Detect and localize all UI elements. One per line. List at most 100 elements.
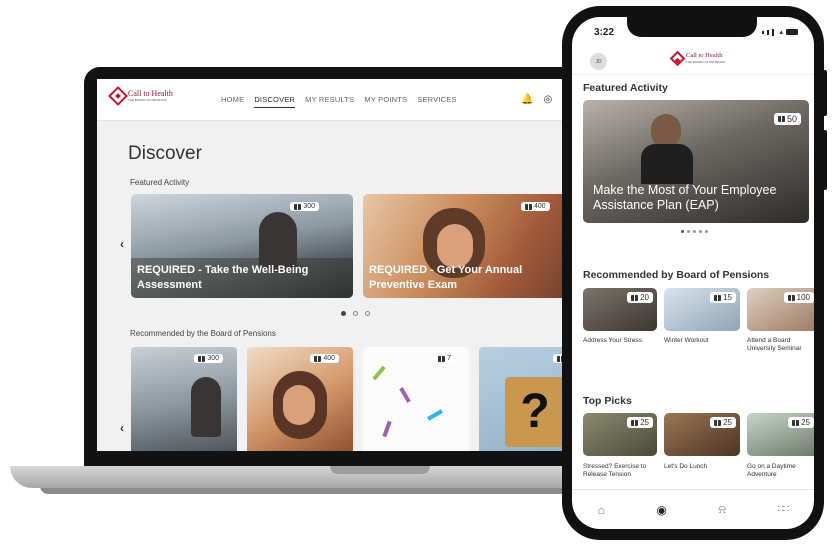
carousel-dot[interactable] xyxy=(687,230,690,233)
top-nav: Call to Health THE BOARD OF PENSIONS HOM… xyxy=(97,79,580,121)
phone-notch xyxy=(627,17,757,37)
card-photo-person xyxy=(191,377,221,437)
laptop-screen: Call to Health THE BOARD OF PENSIONS HOM… xyxy=(97,79,580,451)
nav-my-points[interactable]: MY POINTS xyxy=(364,95,407,108)
recommended-card[interactable]: 300 xyxy=(131,347,237,451)
points-badge: 50 xyxy=(773,113,801,125)
points-badge: 100 xyxy=(783,292,814,303)
gift-icon xyxy=(792,419,800,426)
laptop-base xyxy=(10,466,600,488)
card-photo-face xyxy=(651,114,681,148)
signal-icon xyxy=(762,30,765,34)
top-pick-card-title: Let's Do Lunch xyxy=(664,463,708,470)
pill-shape xyxy=(399,387,411,403)
page-title: Discover xyxy=(128,143,202,164)
nav-home[interactable]: HOME xyxy=(221,95,244,108)
logo-diamond-icon xyxy=(669,50,686,67)
top-pick-card[interactable]: 25 xyxy=(747,413,814,456)
carousel-dot[interactable] xyxy=(365,311,370,316)
featured-card-title: REQUIRED - Take the Well-Being Assessmen… xyxy=(137,264,309,291)
card-photo-body xyxy=(641,144,693,184)
gift-icon xyxy=(314,355,322,362)
app-header: JD Call to Health THE BOARD OF PENSIONS xyxy=(572,45,814,75)
logo-name: Call to Health xyxy=(686,52,723,60)
featured-heading: Featured Activity xyxy=(130,178,190,187)
points-badge: 15 xyxy=(710,292,736,303)
gift-icon xyxy=(787,294,795,301)
home-icon[interactable]: ⌂ xyxy=(598,503,605,517)
main-menu: HOME DISCOVER MY RESULTS MY POINTS SERVI… xyxy=(221,95,457,108)
pill-shape xyxy=(427,409,443,421)
recommended-heading: Recommended by Board of Pensions xyxy=(583,269,770,281)
logo-diamond-icon xyxy=(108,86,128,106)
carousel-dots xyxy=(341,311,370,316)
gift-icon xyxy=(714,294,722,301)
gift-icon xyxy=(438,355,446,362)
points-badge: 300 xyxy=(290,202,319,211)
brand-logo[interactable]: Call to Health THE BOARD OF PENSIONS xyxy=(108,86,173,106)
recommended-card-title: Address Your Stress xyxy=(583,337,642,344)
recommended-card[interactable]: 400 xyxy=(247,347,353,451)
bell-icon[interactable]: 🔔 xyxy=(521,94,533,105)
avatar[interactable]: JD xyxy=(590,53,607,70)
recommended-card[interactable]: 7 xyxy=(363,347,469,451)
gift-icon xyxy=(631,294,639,301)
laptop-notch xyxy=(330,466,430,474)
status-bar: 3:22 ▴ xyxy=(572,17,814,45)
featured-card-eap[interactable]: 50 Make the Most of Your Employee Assist… xyxy=(583,100,809,223)
carousel-dot[interactable] xyxy=(693,230,696,233)
top-pick-card-title: Stressed? Exercise to Release Tension xyxy=(583,463,647,479)
carousel-dots xyxy=(681,230,708,233)
carousel-dot[interactable] xyxy=(705,230,708,233)
recommended-card-title: Attend a Board University Seminar xyxy=(747,337,802,353)
top-pick-card[interactable]: 25 xyxy=(583,413,657,456)
bottom-tab-bar: ⌂ ◉ ⍾ ∷∷ xyxy=(572,489,814,529)
card-photo-face xyxy=(283,385,315,425)
logo-name: Call to Health xyxy=(128,89,173,98)
recommended-card-title: Winter Workout xyxy=(664,337,709,344)
points-badge: 400 xyxy=(310,354,339,363)
carousel-prev-icon[interactable]: ‹ xyxy=(120,237,124,251)
top-pick-card-title: Go on a Daytime Adventure xyxy=(747,463,796,479)
pill-shape xyxy=(372,365,386,381)
settings-icon[interactable]: ◎ xyxy=(543,94,552,105)
wifi-icon: ▴ xyxy=(779,29,783,36)
battery-icon xyxy=(786,29,798,35)
points-badge: 20 xyxy=(627,292,653,303)
recommended-prev-icon[interactable]: ‹ xyxy=(120,421,124,435)
points-badge: 300 xyxy=(194,354,223,363)
signal-bar xyxy=(772,28,775,36)
recommended-heading: Recommended by the Board of Pensions xyxy=(130,329,276,338)
nav-my-results[interactable]: MY RESULTS xyxy=(305,95,354,108)
featured-card-title: REQUIRED - Get Your Annual Preventive Ex… xyxy=(369,264,523,291)
pill-shape xyxy=(382,420,392,438)
bell-icon[interactable]: ⍾ xyxy=(718,502,726,517)
grid-icon[interactable]: ∷∷ xyxy=(778,504,790,515)
carousel-dot[interactable] xyxy=(681,230,684,233)
card-photo-face xyxy=(437,224,473,268)
question-block-icon: ? xyxy=(505,377,565,447)
featured-card-title: Make the Most of Your Employee Assistanc… xyxy=(593,182,777,213)
recommended-card[interactable]: 15 xyxy=(664,288,740,331)
carousel-dot[interactable] xyxy=(699,230,702,233)
compass-icon[interactable]: ◉ xyxy=(656,503,666,517)
recommended-card[interactable]: 100 xyxy=(747,288,814,331)
gift-icon xyxy=(714,419,722,426)
status-time: 3:22 xyxy=(594,27,615,38)
top-pick-card[interactable]: 25 xyxy=(664,413,740,456)
featured-card-wellbeing[interactable]: 300 REQUIRED - Take the Well-Being Asses… xyxy=(131,194,353,298)
logo-tagline: THE BOARD OF PENSIONS xyxy=(128,98,167,102)
brand-logo[interactable]: Call to Health THE BOARD OF PENSIONS xyxy=(669,50,725,67)
logo-tagline: THE BOARD OF PENSIONS xyxy=(686,59,725,64)
points-badge: 25 xyxy=(788,417,814,428)
nav-services[interactable]: SERVICES xyxy=(417,95,456,108)
carousel-dot[interactable] xyxy=(341,311,346,316)
carousel-dot[interactable] xyxy=(353,311,358,316)
signal-bar xyxy=(767,29,770,35)
points-badge: 25 xyxy=(710,417,736,428)
featured-card-preventive[interactable]: 400 REQUIRED - Get Your Annual Preventiv… xyxy=(363,194,580,298)
recommended-card[interactable]: 20 xyxy=(583,288,657,331)
points-badge: 25 xyxy=(627,417,653,428)
system-icons: ▴ xyxy=(762,28,798,36)
nav-discover[interactable]: DISCOVER xyxy=(254,95,296,108)
